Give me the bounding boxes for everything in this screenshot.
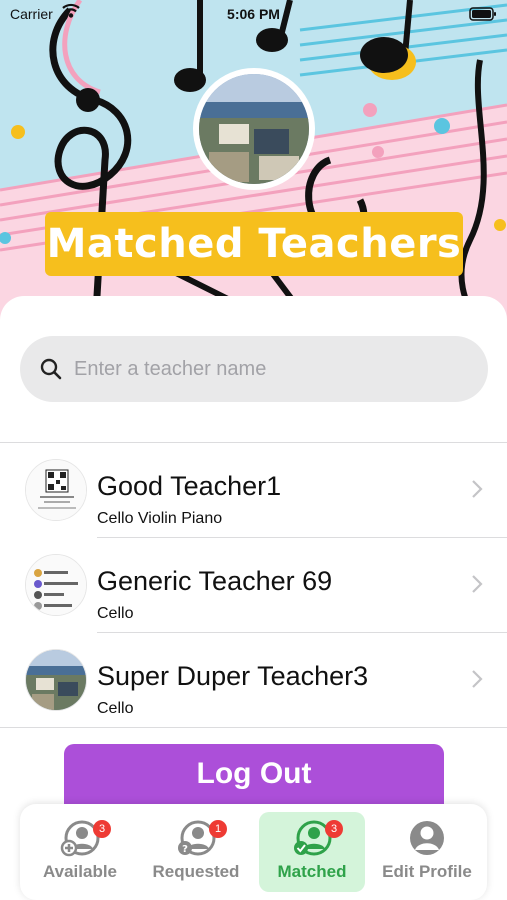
svg-text:?: ? — [182, 844, 188, 855]
chevron-right-icon — [472, 480, 483, 498]
teacher-name: Good Teacher1 — [97, 471, 282, 501]
chevron-right-icon — [472, 670, 483, 688]
teacher-row[interactable]: Super Duper Teacher3 Cello — [0, 633, 507, 728]
teacher-row[interactable]: Generic Teacher 69 Cello — [0, 538, 507, 633]
page-title: Matched Teachers — [46, 221, 462, 267]
teacher-instruments: Cello Violin Piano — [97, 510, 223, 527]
search-bar[interactable] — [20, 336, 488, 402]
teacher-avatar — [25, 649, 87, 711]
teacher-avatar — [25, 554, 87, 616]
tab-requested[interactable]: ? 1 Requested — [143, 812, 249, 892]
teacher-list: Good Teacher1 Cello Violin Piano Generic… — [0, 442, 507, 728]
search-input[interactable] — [74, 357, 454, 381]
teacher-instruments: Cello — [97, 605, 134, 622]
teacher-name: Generic Teacher 69 — [97, 566, 333, 596]
page-title-banner: Matched Teachers — [45, 212, 463, 276]
chevron-right-icon — [472, 575, 483, 593]
clock: 5:06 PM — [227, 6, 280, 22]
tab-edit-profile[interactable]: Edit Profile — [374, 812, 480, 892]
teacher-row[interactable]: Good Teacher1 Cello Violin Piano — [0, 443, 507, 538]
tab-edit-profile-label: Edit Profile — [382, 862, 472, 881]
status-bar: Carrier 5:06 PM — [0, 0, 507, 30]
profile-icon — [410, 821, 444, 855]
teacher-name: Super Duper Teacher3 — [97, 661, 369, 691]
profile-avatar[interactable] — [193, 68, 315, 190]
tab-bar: 3 Available ? 1 Requested 3 Matched Edit… — [20, 804, 487, 900]
search-icon — [40, 358, 62, 380]
row-divider — [0, 727, 507, 728]
available-count-badge: 3 — [93, 820, 111, 838]
battery-icon — [469, 7, 496, 21]
tab-matched[interactable]: 3 Matched — [259, 812, 365, 892]
header-banner: Carrier 5:06 PM Matched Teachers — [0, 0, 507, 330]
profile-photo — [199, 74, 309, 184]
tab-matched-label: Matched — [277, 862, 347, 881]
tab-available[interactable]: 3 Available — [27, 812, 133, 892]
tab-available-label: Available — [42, 862, 118, 881]
teacher-instruments: Cello — [97, 700, 134, 717]
teacher-avatar — [25, 459, 87, 521]
matched-count-badge: 3 — [325, 820, 343, 838]
tab-requested-label: Requested — [152, 862, 240, 881]
requested-count-badge: 1 — [209, 820, 227, 838]
